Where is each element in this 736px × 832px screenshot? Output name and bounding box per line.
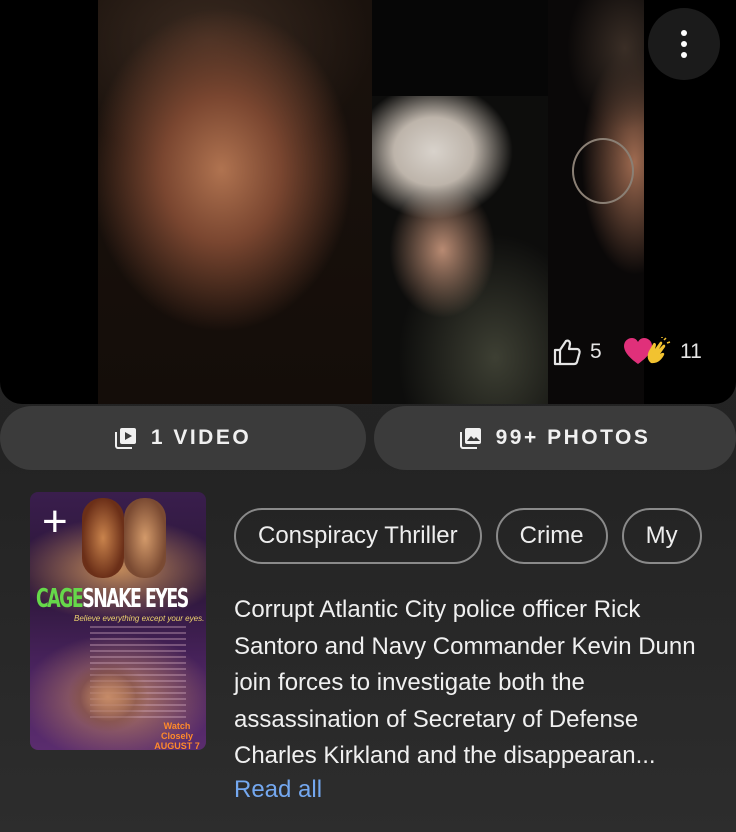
video-scene-left [98,0,372,404]
photo-library-icon [459,428,481,449]
like-button[interactable]: 5 [552,336,602,368]
video-library-icon [114,428,136,449]
like-count: 5 [590,340,602,363]
genre-chip[interactable]: Crime [495,508,608,564]
poster-face-right [124,498,166,578]
poster-tagline: Believe everything except your eyes. [74,614,205,623]
photos-button[interactable]: 99+ PHOTOS [374,406,736,470]
photos-label: 99+ PHOTOS [495,426,651,449]
heart-clap-icon [624,337,672,367]
more-options-button[interactable] [648,8,720,80]
reaction-count: 11 [680,340,702,363]
plus-icon[interactable]: + [42,500,68,544]
poster-hands [68,662,148,732]
video-scene-middle [372,96,548,404]
movie-poster[interactable]: CAGESNAKE EYES Believe everything except… [30,492,206,750]
reactions-button[interactable]: 11 [624,336,702,368]
poster-release-date: Watch Closely AUGUST 7 [154,721,200,750]
read-all-link[interactable]: Read all [234,776,322,804]
poster-face-left [82,498,124,578]
plot-synopsis: Corrupt Atlantic City police officer Ric… [234,596,696,770]
poster-title: CAGESNAKE EYES [36,584,189,614]
video-scene-glasses [572,138,634,204]
thumbs-up-icon [553,339,581,366]
title-detail-screen: 5 11 1 VIDEO 99+ PHOTOS CAGESNAKE EYES B… [0,0,736,832]
genre-chip[interactable]: Conspiracy Thriller [234,508,482,564]
genre-chips: Conspiracy Thriller Crime My [234,508,706,564]
video-player[interactable]: 5 11 [0,0,736,404]
more-vertical-icon [681,30,687,58]
videos-label: 1 VIDEO [150,426,252,449]
genre-chip[interactable]: My [621,508,702,564]
videos-button[interactable]: 1 VIDEO [0,406,366,470]
